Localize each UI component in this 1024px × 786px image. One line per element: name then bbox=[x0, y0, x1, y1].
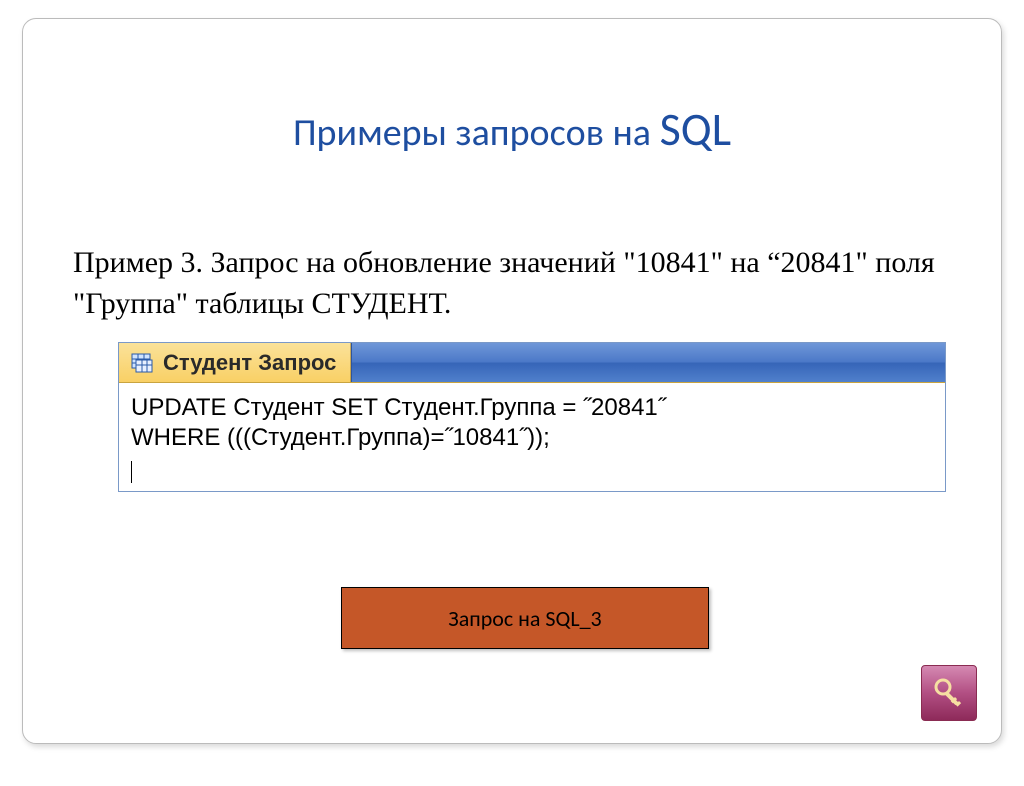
sql-cursor-line bbox=[131, 453, 933, 473]
example-description: Пример 3. Запрос на обновление значений … bbox=[73, 243, 951, 324]
text-cursor bbox=[131, 461, 132, 483]
sql-query-button-label: Запрос на SQL_3 bbox=[448, 605, 601, 632]
access-key-icon[interactable] bbox=[921, 665, 977, 721]
query-grid-icon bbox=[129, 351, 155, 375]
access-sql-window: Студент Запрос UPDATE Студент SET Студен… bbox=[118, 342, 946, 492]
access-titlebar: Студент Запрос bbox=[119, 343, 945, 383]
sql-line-2: WHERE (((Студент.Группа)=˝10841˝)); bbox=[131, 423, 933, 453]
title-sql: SQL bbox=[660, 102, 731, 158]
slide-title: Примеры запросов на SQL bbox=[73, 102, 951, 158]
access-tab-label: Студент Запрос bbox=[163, 350, 336, 376]
slide-container: Примеры запросов на SQL Пример 3. Запрос… bbox=[22, 18, 1002, 744]
access-tab[interactable]: Студент Запрос bbox=[119, 343, 351, 382]
sql-query-button[interactable]: Запрос на SQL_3 bbox=[341, 587, 709, 649]
sql-line-1: UPDATE Студент SET Студент.Группа = ˝208… bbox=[131, 393, 933, 423]
access-titlebar-fill bbox=[351, 343, 945, 382]
access-sql-body[interactable]: UPDATE Студент SET Студент.Группа = ˝208… bbox=[119, 383, 945, 491]
title-prefix: Примеры запросов на bbox=[293, 110, 660, 156]
